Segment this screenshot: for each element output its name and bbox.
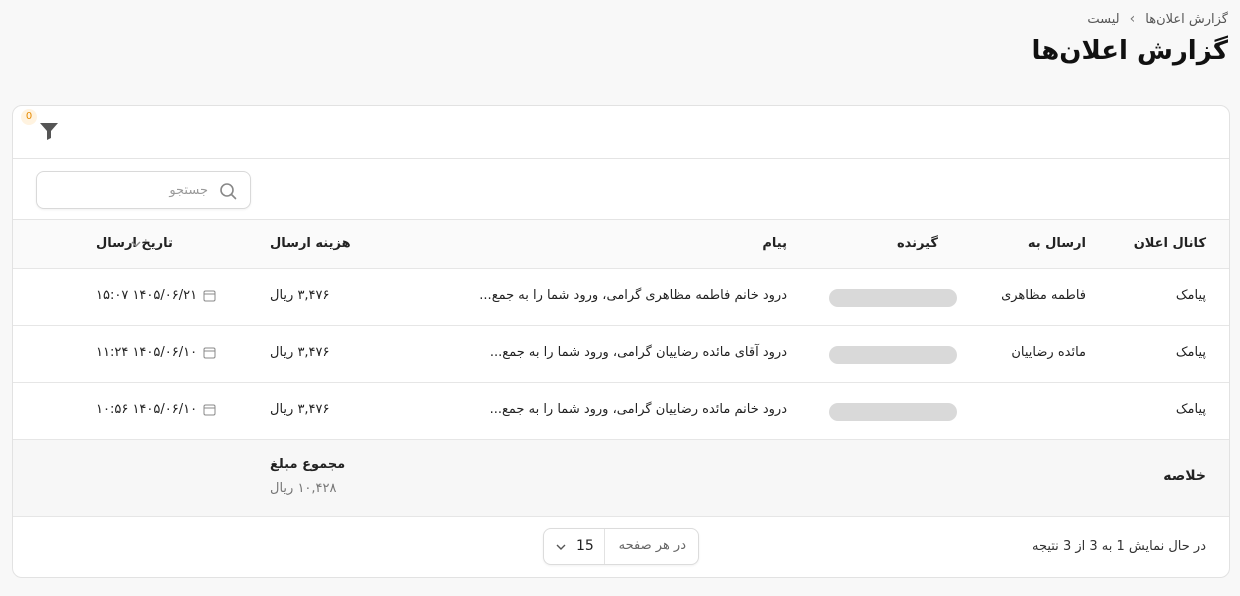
message-cell: درود خانم مائده رضاییان گرامی، ورود شما … (489, 402, 787, 417)
date-cell: ۱۴۰۵/۰۶/۱۰ ۱۱:۲۴ (96, 345, 216, 360)
table-header: کانال اعلان ارسال به گیرنده پیام هزینه ا… (13, 220, 1229, 269)
chevron-down-icon (556, 544, 566, 550)
per-page-label: در هر صفحه (618, 538, 686, 553)
breadcrumb: گزارش اعلان‌ها › لیست (1087, 11, 1228, 27)
date-text: ۱۴۰۵/۰۶/۱۰ ۱۱:۲۴ (96, 345, 198, 360)
receiver-placeholder (829, 289, 957, 307)
date-cell: ۱۴۰۵/۰۶/۲۱ ۱۵:۰۷ (96, 288, 216, 303)
channel-cell: پیامک (1175, 288, 1206, 303)
search-box[interactable] (36, 171, 251, 209)
message-cell: درود آقای مائده رضاییان گرامی، ورود شما … (489, 345, 787, 360)
receiver-placeholder (829, 403, 957, 421)
summary-label: خلاصه (1163, 468, 1206, 484)
channel-cell: پیامک (1175, 345, 1206, 360)
header-message[interactable]: پیام (762, 236, 787, 251)
pagination: در حال نمایش 1 به 3 از 3 نتیجه در هر صفح… (13, 517, 1229, 577)
send-to-cell: مائده رضاییان (1011, 345, 1086, 360)
header-cost[interactable]: هزینه ارسال (270, 236, 351, 251)
summary-total-label: مجموع مبلغ (270, 457, 346, 472)
page-title: گزارش اعلان‌ها (1031, 36, 1229, 66)
table-row[interactable]: پیامک فاطمه مظاهری درود خانم فاطمه مظاهر… (13, 269, 1229, 326)
calendar-icon (203, 347, 216, 359)
cost-cell: ۳,۴۷۶ ریال (270, 345, 330, 360)
receiver-placeholder (829, 346, 957, 364)
summary-total-value: ۱۰,۴۲۸ ریال (270, 481, 337, 496)
header-channel[interactable]: کانال اعلان (1134, 236, 1206, 251)
cost-cell: ۳,۴۷۶ ریال (270, 288, 330, 303)
date-cell: ۱۴۰۵/۰۶/۱۰ ۱۰:۵۶ (96, 402, 216, 417)
table-row[interactable]: پیامک مائده رضاییان درود آقای مائده رضای… (13, 326, 1229, 383)
toolbar: 0 (13, 106, 1229, 159)
report-card: 0 کانال اعلان ارسال به گیرنده پیام هزینه… (12, 105, 1230, 578)
table-row[interactable]: پیامک درود خانم مائده رضاییان گرامی، ورو… (13, 383, 1229, 440)
date-text: ۱۴۰۵/۰۶/۱۰ ۱۰:۵۶ (96, 402, 198, 417)
calendar-icon (203, 290, 216, 302)
search-input[interactable] (58, 180, 208, 200)
breadcrumb-current: لیست (1087, 11, 1120, 27)
filter-icon (40, 123, 58, 140)
sort-chevron-icon[interactable] (130, 238, 142, 250)
search-row (13, 159, 1229, 220)
pagination-info: در حال نمایش 1 به 3 از 3 نتیجه (1031, 539, 1206, 554)
channel-cell: پیامک (1175, 402, 1206, 417)
header-receiver[interactable]: گیرنده (897, 236, 938, 251)
summary-row: خلاصه مجموع مبلغ ۱۰,۴۲۸ ریال (13, 440, 1229, 517)
search-icon (220, 183, 237, 200)
filter-button[interactable] (35, 120, 59, 146)
per-page-select[interactable]: در هر صفحه 15 (543, 528, 699, 565)
breadcrumb-parent[interactable]: گزارش اعلان‌ها (1145, 12, 1228, 27)
send-to-cell: فاطمه مظاهری (1001, 288, 1086, 303)
calendar-icon (203, 404, 216, 416)
per-page-value: 15 (576, 538, 594, 554)
divider (604, 529, 605, 564)
cost-cell: ۳,۴۷۶ ریال (270, 402, 330, 417)
header-send-to[interactable]: ارسال به (1028, 236, 1086, 251)
message-cell: درود خانم فاطمه مظاهری گرامی، ورود شما ر… (479, 288, 787, 303)
breadcrumb-chevron-icon: › (1129, 11, 1136, 27)
date-text: ۱۴۰۵/۰۶/۲۱ ۱۵:۰۷ (96, 288, 198, 303)
